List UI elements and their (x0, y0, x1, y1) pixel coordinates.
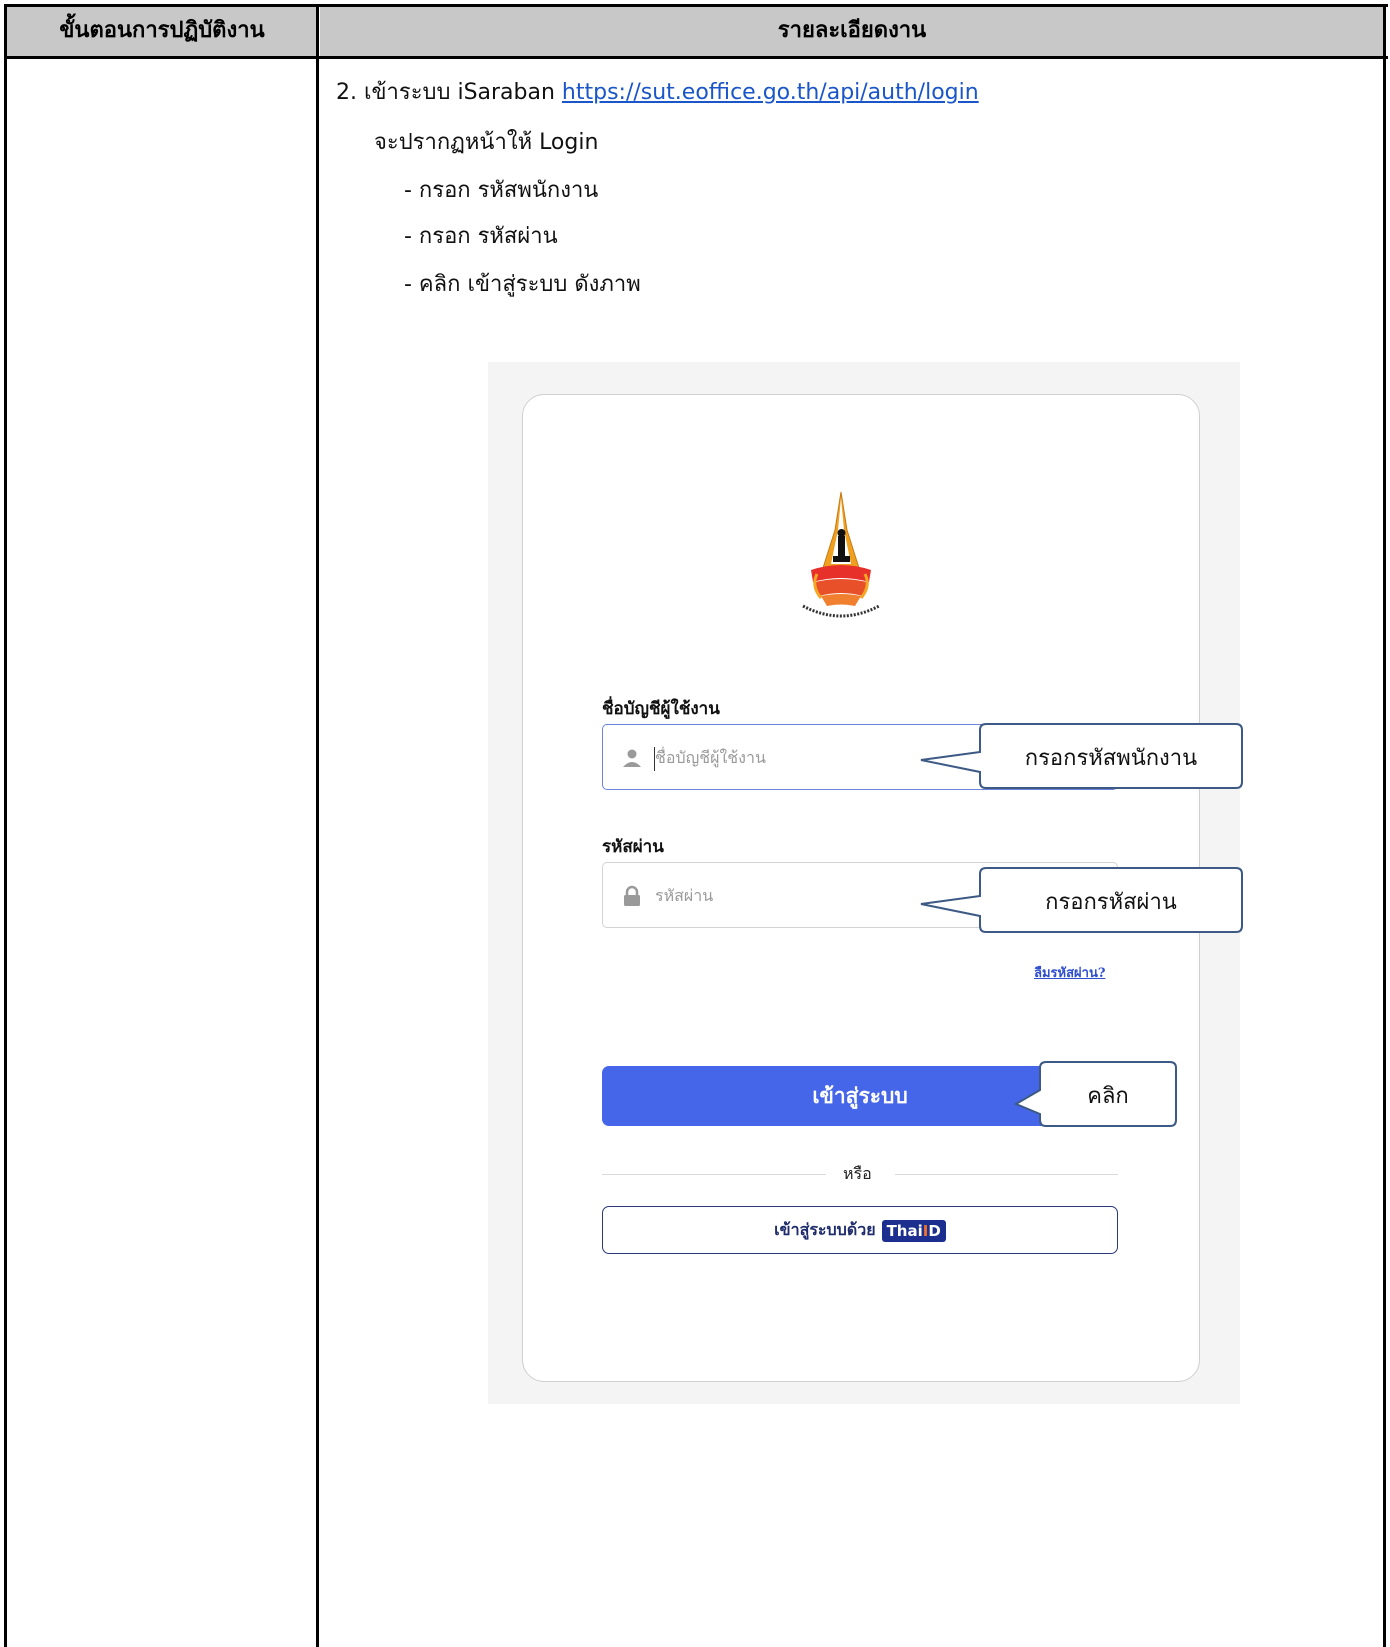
thaid-badge-d: D (928, 1221, 941, 1240)
callout-click-text: คลิก (1087, 1084, 1129, 1109)
header-steps: ขั้นตอนการปฏิบัติงาน (59, 18, 265, 43)
instruction-line-2: จะปรากฏหน้าให้ Login (374, 130, 599, 155)
step-text: 2. เข้าระบบ iSaraban (336, 80, 562, 105)
thaid-button-label: เข้าสู่ระบบด้วย (774, 1220, 876, 1239)
password-label: รหัสผ่าน (602, 837, 664, 857)
thaid-badge-a: Thai (886, 1221, 923, 1240)
instruction-bullet-2: - กรอก รหัสผ่าน (404, 224, 558, 249)
login-url-link[interactable]: https://sut.eoffice.go.th/api/auth/login (562, 80, 979, 105)
login-button[interactable]: เข้าสู่ระบบ (602, 1066, 1118, 1126)
password-placeholder: รหัสผ่าน (655, 886, 714, 905)
thaid-logo-icon: ThaiID (881, 1219, 946, 1242)
username-placeholder: ชื่อบัญชีผู้ใช้งาน (655, 748, 766, 767)
callout-password-text: กรอกรหัสผ่าน (1045, 890, 1177, 915)
step-line: 2. เข้าระบบ iSaraban https://sut.eoffice… (336, 74, 979, 109)
username-label: ชื่อบัญชีผู้ใช้งาน (602, 699, 720, 719)
table-left-border (4, 4, 7, 1647)
table-middle-border (316, 4, 319, 1647)
or-divider-left (602, 1174, 826, 1175)
instruction-bullet-1: - กรอก รหัสพนักงาน (404, 178, 599, 203)
callout-username-text: กรอกรหัสพนักงาน (1024, 746, 1198, 771)
header-bottom-border (4, 56, 1388, 59)
lock-icon (624, 885, 640, 906)
instruction-bullet-3: - คลิก เข้าสู่ระบบ ดังภาพ (404, 272, 641, 297)
or-text: หรือ (843, 1164, 872, 1183)
forgot-password-link[interactable]: ลืมรหัสผ่าน? (1034, 962, 1105, 983)
header-details: รายละเอียดงาน (777, 18, 927, 43)
university-logo (802, 491, 880, 618)
table-right-border (1383, 4, 1386, 1647)
user-icon (623, 749, 641, 767)
thaid-login-button[interactable]: เข้าสู่ระบบด้วย ThaiID (602, 1206, 1118, 1254)
or-divider-right (895, 1174, 1118, 1175)
